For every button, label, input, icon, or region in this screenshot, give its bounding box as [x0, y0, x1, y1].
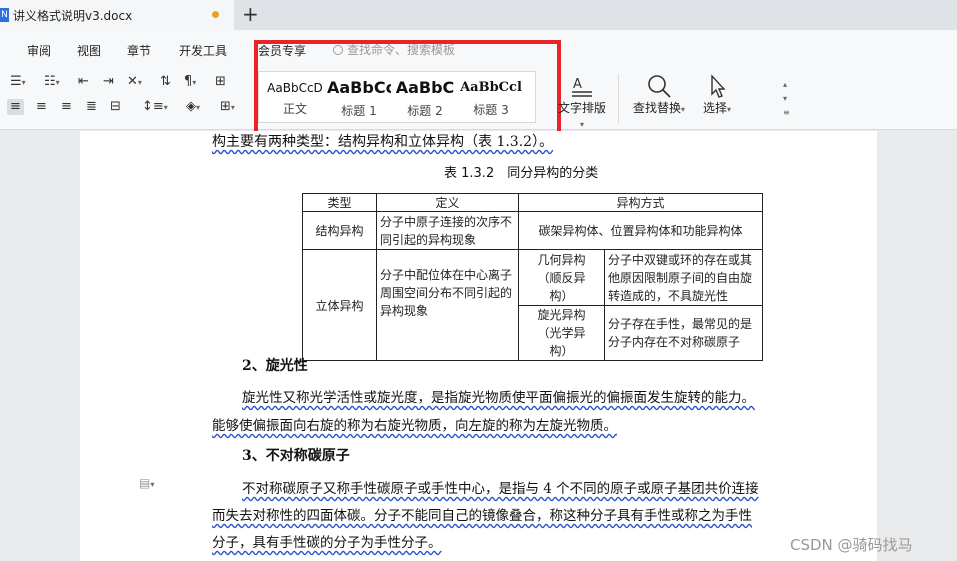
tab-bar: N 讲义格式说明v3.docx +: [0, 0, 957, 30]
document-tab-title: 讲义格式说明v3.docx: [13, 8, 133, 23]
paragraph-handle-icon[interactable]: ▤▾: [139, 476, 154, 490]
heading-optical-rotation: 2、旋光性: [242, 358, 308, 374]
new-tab-plus-icon[interactable]: +: [242, 3, 259, 25]
document-page[interactable]: 构主要有两种类型：结构异构和立体异构（表 1.3.2）。 表 1.3.2 同分异…: [80, 131, 877, 561]
intro-line: 构主要有两种类型：结构异构和立体异构（表 1.3.2）。: [212, 134, 554, 150]
paragraph-line: 分子，具有手性碳的分子为手性分子。: [212, 535, 442, 551]
magnifier-icon: [628, 73, 690, 99]
toolbar-divider: [618, 74, 619, 124]
table-caption: 表 1.3.2 同分异构的分类: [444, 166, 599, 181]
table-header-type: 类型: [302, 193, 377, 212]
paragraph-line: 而失去对称性的四面体碳。分子不能同自己的镜像叠合，称这种分子具有手性或称之为手性: [212, 508, 752, 524]
menu-review[interactable]: 审阅: [27, 42, 51, 59]
watermark: CSDN @骑码找马: [790, 536, 913, 554]
menu-developer-tools[interactable]: 开发工具: [179, 42, 227, 59]
align-center-icon[interactable]: ≡: [36, 99, 47, 115]
numbered-list-icon[interactable]: ☷▾: [44, 74, 60, 91]
left-margin-area: [0, 131, 80, 561]
clear-format-icon[interactable]: ✕▾: [127, 74, 142, 91]
text-layout-button[interactable]: A 文字排版▾: [556, 73, 608, 130]
menu-view[interactable]: 视图: [77, 42, 101, 59]
paragraph-line: 能够使偏振面向右旋的称为右旋光物质，向左旋的称为左旋光物质。: [212, 418, 617, 434]
find-replace-button[interactable]: 查找替换▾: [628, 73, 690, 116]
expand-more-icon[interactable]: ≡: [783, 106, 790, 120]
sort-icon[interactable]: ⇅: [160, 74, 171, 90]
text-layout-label: 文字排版: [557, 101, 606, 115]
find-replace-label: 查找替换: [632, 101, 681, 115]
paragraph-line: 旋光性又称光学活性或旋光度，是指旋光物质使平面偏振光的偏振面发生旋转的能力。: [242, 390, 755, 406]
style-gallery-highlight: [254, 40, 561, 145]
table-header-mode: 异构方式: [518, 193, 763, 212]
justify-icon[interactable]: ≣: [86, 99, 97, 115]
table-cell-definition: 分子中原子连接的次序不同引起的异构现象: [376, 211, 519, 250]
table-cell-subtype: 几何异构（顺反异构）: [518, 249, 605, 306]
bullet-list-icon[interactable]: ☰▾: [10, 74, 26, 91]
svg-text:A: A: [573, 77, 582, 92]
table-cell-description: 分子存在手性，最常见的是分子内存在不对称碳原子: [604, 305, 763, 361]
heading-asymmetric-carbon: 3、不对称碳原子: [242, 448, 350, 464]
table-cell-type: 立体异构: [302, 249, 377, 361]
align-left-icon[interactable]: ≡: [7, 99, 24, 115]
document-tab[interactable]: N 讲义格式说明v3.docx: [0, 0, 234, 30]
style-gallery-scroll[interactable]: ▴ ▾ ≡: [783, 78, 790, 120]
line-spacing-icon[interactable]: ↕≡▾: [142, 99, 168, 116]
right-margin-area: [877, 131, 957, 561]
shading-icon[interactable]: ◈▾: [186, 99, 200, 116]
table-cell-mode: 碳架异构体、位置异构体和功能异构体: [518, 211, 763, 250]
border-grid-icon[interactable]: ⊞: [215, 74, 226, 90]
table-cell-type: 结构异构: [302, 211, 377, 250]
decrease-indent-icon[interactable]: ⇤: [78, 74, 89, 90]
chevron-up-icon[interactable]: ▴: [783, 78, 790, 92]
align-right-icon[interactable]: ≡: [61, 99, 72, 115]
table-cell-subtype: 旋光异构（光学异构）: [518, 305, 605, 361]
table-cell-definition: 分子中配位体在中心离子周围空间分布不同引起的异构现象: [376, 249, 519, 361]
borders-icon[interactable]: ⊞▾: [220, 99, 235, 116]
document-icon: N: [0, 8, 9, 22]
isomer-table: 类型 定义 异构方式 结构异构 分子中原子连接的次序不同引起的异构现象 碳架异构…: [302, 193, 763, 361]
paragraph-line: 不对称碳原子又称手性碳原子或手性中心，是指与 4 个不同的原子或原子基团共价连接: [242, 481, 759, 497]
unsaved-dot-icon: [212, 11, 219, 18]
show-marks-icon[interactable]: ¶▾: [184, 74, 196, 91]
distribute-icon[interactable]: ⊟: [110, 99, 121, 115]
chevron-down-icon[interactable]: ▾: [783, 92, 790, 106]
text-layout-icon: A: [556, 73, 608, 99]
select-button[interactable]: 选择▾: [696, 73, 738, 116]
menu-chapter[interactable]: 章节: [127, 42, 151, 59]
cursor-arrow-icon: [696, 73, 738, 99]
table-cell-description: 分子中双键或环的存在或其他原因限制原子间的自由旋转造成的，不具旋光性: [604, 249, 763, 306]
table-header-definition: 定义: [376, 193, 519, 212]
increase-indent-icon[interactable]: ⇥: [103, 74, 114, 90]
select-label: 选择: [702, 101, 727, 115]
